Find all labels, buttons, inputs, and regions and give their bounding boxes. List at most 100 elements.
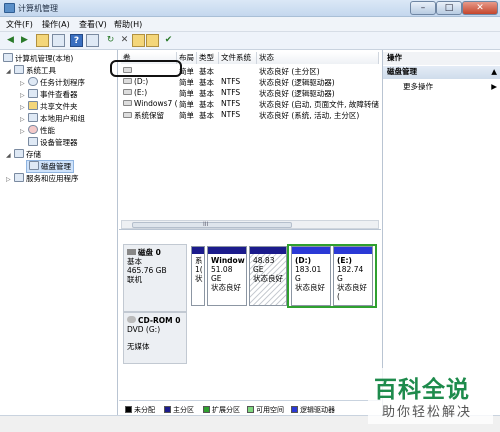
volume-fs: NTFS — [221, 88, 241, 97]
up-folder-icon[interactable] — [36, 34, 49, 47]
collapse-up-icon: ▲ — [491, 67, 497, 76]
cdrom-name: CD-ROM 0 — [127, 316, 183, 325]
minimize-button[interactable]: – — [410, 1, 436, 15]
tree-task-scheduler[interactable]: ▷ 任务计划程序 — [20, 77, 85, 88]
legend-unallocated: 未分配 — [125, 405, 155, 415]
expand-icon[interactable]: ▷ — [20, 104, 28, 111]
help-icon[interactable]: ? — [70, 34, 83, 47]
open-icon[interactable] — [146, 34, 159, 47]
volume-list: 卷 布局 类型 文件系统 状态 简单 基本 状态良好 (主分区) (D:) 简单… — [119, 50, 381, 230]
tree-device-manager[interactable]: 设备管理器 — [28, 137, 78, 148]
volume-icon — [123, 112, 132, 118]
volume-type: 基本 — [199, 111, 214, 120]
disk0-name: 磁盘 0 — [127, 248, 183, 257]
volume-fs: NTFS — [221, 110, 241, 119]
collapse-icon[interactable]: ◢ — [6, 152, 14, 159]
console-tree-icon[interactable] — [52, 34, 65, 47]
forward-icon[interactable]: ▶ — [18, 34, 31, 47]
check-icon[interactable]: ✔ — [162, 34, 175, 47]
partition-e[interactable]: (E:) 182.74 G 状态良好 ( — [333, 246, 373, 306]
tree-storage[interactable]: ◢ 存储 — [6, 149, 41, 160]
storage-icon — [14, 149, 24, 158]
expand-icon[interactable]: ▷ — [20, 128, 28, 135]
expand-icon[interactable]: ▷ — [20, 92, 28, 99]
volume-icon — [123, 78, 132, 84]
tree-services-apps[interactable]: ▷ 服务和应用程序 — [6, 173, 79, 184]
menu-view[interactable]: 查看(V) — [79, 19, 107, 30]
toolbar: ◀ ▶ ? ↻ ✕ ✔ — [0, 32, 500, 50]
close-button[interactable]: ✕ — [462, 1, 498, 15]
tree-shared-folders[interactable]: ▷ 共享文件夹 — [20, 101, 78, 112]
volume-name: (E:) — [123, 88, 147, 97]
tree-event-viewer[interactable]: ▷ 事件查看器 — [20, 89, 78, 100]
window-title: 计算机管理 — [18, 4, 58, 13]
highlight-annotation — [110, 60, 182, 77]
partition-system-reserved[interactable]: 系 1(状 — [191, 246, 205, 306]
volume-layout: 简单 — [179, 100, 194, 109]
disk0-state: 联机 — [127, 275, 142, 284]
menu-file[interactable]: 文件(F) — [6, 19, 33, 30]
volume-icon — [123, 100, 132, 106]
cdrom-media: 无媒体 — [127, 342, 150, 351]
column-status[interactable]: 状态 — [257, 52, 379, 64]
tree-local-users[interactable]: ▷ 本地用户和组 — [20, 113, 85, 124]
cdrom-drive: DVD (G:) — [127, 325, 161, 334]
column-type[interactable]: 类型 — [197, 52, 219, 64]
column-filesystem[interactable]: 文件系统 — [219, 52, 257, 64]
expand-icon[interactable]: ▷ — [20, 116, 28, 123]
actions-section-disk-management[interactable]: 磁盘管理 ▲ — [383, 66, 500, 79]
volume-status: 状态良好 (逻辑驱动器) — [259, 78, 335, 87]
cdrom-icon — [127, 316, 136, 323]
tree-root[interactable]: 计算机管理(本地) — [3, 53, 73, 64]
expand-icon[interactable]: ▷ — [20, 80, 28, 87]
volume-layout: 简单 — [179, 111, 194, 120]
tree-system-tools[interactable]: ◢ 系统工具 — [6, 65, 56, 76]
tree-disk-management[interactable]: 磁盘管理 — [26, 160, 74, 173]
menu-help[interactable]: 帮助(H) — [114, 19, 142, 30]
volume-fs: NTFS — [221, 77, 241, 86]
volume-icon — [123, 89, 132, 95]
volume-layout: 简单 — [179, 78, 194, 87]
more-actions[interactable]: 更多操作 ▶ — [383, 81, 500, 94]
console-tree: 计算机管理(本地) ◢ 系统工具 ▷ 任务计划程序 ▷ 事件查看器 ▷ 共享文件夹 ▷ 本… — [0, 50, 118, 415]
expand-icon[interactable]: ▷ — [6, 176, 14, 183]
disk0-label[interactable]: 磁盘 0 基本 465.76 GB 联机 — [123, 244, 187, 312]
volume-name: Windows7 (C:) — [123, 99, 177, 108]
volume-type: 基本 — [199, 100, 214, 109]
actions-pane: 操作 磁盘管理 ▲ 更多操作 ▶ — [382, 50, 500, 415]
legend-extended: 扩展分区 — [203, 405, 240, 415]
tree-performance[interactable]: ▷ 性能 — [20, 125, 55, 136]
volume-status: 状态良好 (逻辑驱动器) — [259, 89, 335, 98]
volume-status: 状态良好 (主分区) — [259, 67, 320, 76]
refresh-icon[interactable]: ↻ — [104, 34, 117, 47]
scroll-thumb[interactable]: III — [132, 221, 292, 228]
services-icon — [14, 173, 24, 182]
delete-icon[interactable]: ✕ — [118, 34, 131, 47]
legend-free: 可用空间 — [247, 405, 284, 415]
collapse-icon[interactable]: ◢ — [6, 68, 14, 75]
tools-icon — [14, 65, 24, 74]
cdrom-label[interactable]: CD-ROM 0 DVD (G:) 无媒体 — [123, 312, 187, 364]
partition-windows[interactable]: Window 51.08 GE 状态良好 — [207, 246, 247, 306]
actions-header: 操作 — [383, 52, 500, 65]
users-icon — [28, 113, 38, 122]
clock-icon — [28, 77, 38, 86]
shared-folder-icon — [28, 101, 38, 110]
computer-management-icon — [4, 3, 15, 13]
device-manager-icon — [28, 137, 38, 146]
folder-icon[interactable] — [132, 34, 145, 47]
disk-graphical-view: 磁盘 0 基本 465.76 GB 联机 系 1(状 Window 51.08 GE… — [119, 232, 381, 397]
volume-type: 基本 — [199, 89, 214, 98]
back-icon[interactable]: ◀ — [4, 34, 17, 47]
properties-icon[interactable] — [86, 34, 99, 47]
disk-icon — [29, 161, 39, 170]
maximize-button[interactable]: □ — [436, 1, 462, 15]
partition-primary-3[interactable]: 48.83 GE 状态良好 — [249, 246, 287, 306]
volume-status: 状态良好 (启动, 页面文件, 故障转储, 主分区) — [259, 100, 379, 109]
event-icon — [28, 89, 38, 98]
volume-name: 系统保留 — [123, 110, 164, 121]
menu-action[interactable]: 操作(A) — [42, 19, 70, 30]
horizontal-scrollbar[interactable]: III — [121, 220, 379, 229]
watermark: 百科全说 助你轻松解决 — [368, 368, 493, 424]
partition-d[interactable]: (D:) 183.01 G 状态良好 — [291, 246, 331, 306]
